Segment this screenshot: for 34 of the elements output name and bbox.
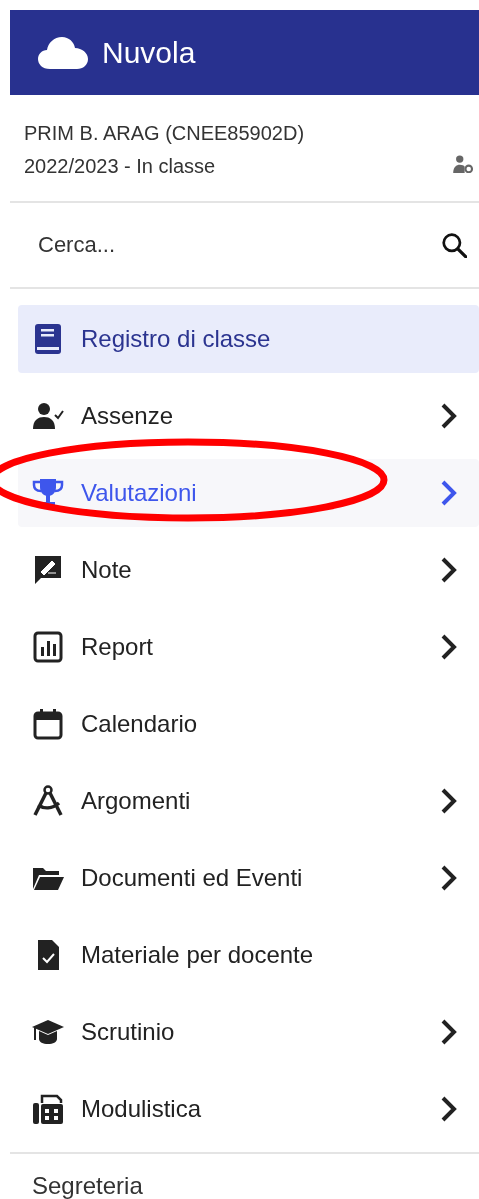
menu-item[interactable]: Documenti ed Eventi — [18, 844, 479, 912]
app-title: Nuvola — [102, 35, 196, 70]
chevron-right-icon — [440, 787, 458, 815]
menu-item[interactable]: Calendario — [18, 690, 479, 758]
menu-item[interactable]: Argomenti — [18, 767, 479, 835]
menu-item[interactable]: Report — [18, 613, 479, 681]
menu-item[interactable]: Note — [18, 536, 479, 604]
chevron-right-icon — [440, 402, 458, 430]
note-icon — [32, 554, 64, 586]
compass-icon — [32, 785, 64, 817]
chevron-right-icon — [440, 479, 458, 507]
menu-item[interactable]: Modulistica — [18, 1075, 479, 1143]
school-year: 2022/2023 - In classe — [24, 154, 217, 179]
menu-item[interactable]: Materiale per docente — [18, 921, 479, 989]
calendar-icon — [32, 708, 64, 740]
menu-item[interactable]: Assenze — [18, 382, 479, 450]
bar-chart-icon — [32, 631, 64, 663]
chevron-right-icon — [440, 864, 458, 892]
search-field[interactable]: Cerca... — [36, 231, 441, 259]
cloud-icon — [38, 36, 88, 69]
section-heading: Segreteria — [10, 1152, 479, 1199]
chevron-right-icon — [440, 556, 458, 584]
search-icon[interactable] — [441, 232, 467, 258]
school-name: PRIM B. ARAG (CNEE85902D) — [24, 121, 305, 146]
user-check-icon — [32, 400, 64, 432]
book-icon — [32, 323, 64, 355]
chevron-right-icon — [440, 1018, 458, 1046]
user-settings-icon[interactable] — [453, 155, 473, 173]
chevron-right-icon — [440, 633, 458, 661]
menu-item[interactable]: Valutazioni — [18, 459, 479, 527]
chevron-right-icon — [440, 1095, 458, 1123]
fax-icon — [32, 1093, 64, 1125]
menu-item[interactable]: Scrutinio — [18, 998, 479, 1066]
menu-item[interactable]: Registro di classe — [18, 305, 479, 373]
